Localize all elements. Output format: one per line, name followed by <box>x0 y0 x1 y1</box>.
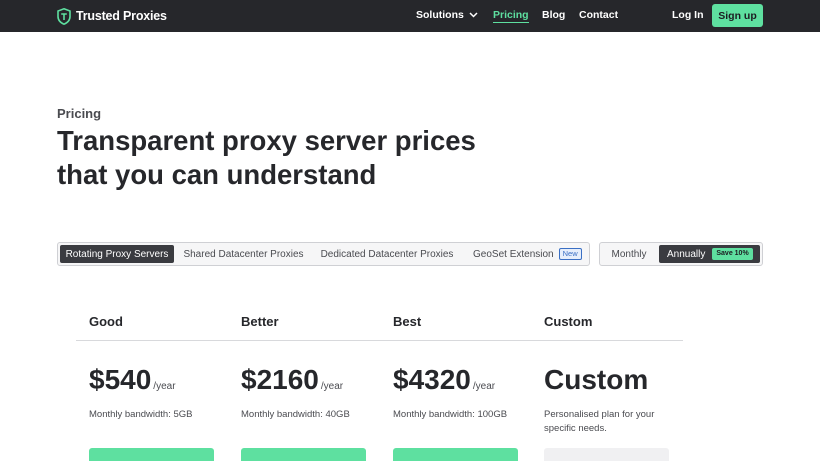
price-period: /year <box>153 381 176 392</box>
plan-detail-better: Monthly bandwidth: 40GB <box>241 409 350 420</box>
page-eyebrow: Pricing <box>57 106 102 121</box>
select-plan-good-button[interactable] <box>89 448 214 461</box>
plan-price-better: $2160 /year <box>241 364 343 396</box>
tab-geoset-extension-label: GeoSet Extension <box>473 248 554 260</box>
plan-detail-custom: Personalised plan for your specific need… <box>544 409 655 434</box>
tab-annually[interactable]: Annually Save 10% <box>659 245 760 263</box>
page-title: Transparent proxy server prices that you… <box>57 124 497 192</box>
billing-period-toggle: Monthly Annually Save 10% <box>599 242 763 266</box>
tab-shared-datacenter-proxies[interactable]: Shared Datacenter Proxies <box>179 245 308 263</box>
nav-pricing[interactable]: Pricing <box>493 9 529 23</box>
brand-logo[interactable]: Trusted Proxies <box>57 7 167 25</box>
nav-solutions[interactable]: Solutions <box>416 9 478 21</box>
top-nav-bar: Trusted Proxies Solutions Pricing Blog C… <box>0 0 820 32</box>
nav-solutions-label: Solutions <box>416 9 464 21</box>
signup-button[interactable]: Sign up <box>712 4 763 27</box>
brand-name: Trusted Proxies <box>76 9 167 23</box>
chevron-down-icon <box>469 12 478 18</box>
price-period: /year <box>472 381 496 392</box>
shield-logo-icon <box>57 7 71 25</box>
plan-price-good: $540 /year <box>89 364 176 396</box>
price-period: /year <box>320 381 344 392</box>
plan-name-best: Best <box>393 314 422 329</box>
nav-blog[interactable]: Blog <box>542 9 565 21</box>
new-badge: New <box>558 248 582 260</box>
plan-price-best: $4320 /year <box>393 364 495 396</box>
price-amount: $4320 <box>393 364 471 395</box>
tab-rotating-proxy-servers[interactable]: Rotating Proxy Servers <box>60 245 174 263</box>
plan-name-better: Better <box>241 314 279 329</box>
price-amount: $2160 <box>241 364 319 395</box>
contact-custom-plan-button[interactable] <box>544 448 669 461</box>
select-plan-better-button[interactable] <box>241 448 366 461</box>
page-title-line-2: that you can understand <box>57 159 377 190</box>
plan-name-custom: Custom <box>544 314 593 329</box>
login-link[interactable]: Log In <box>672 9 704 21</box>
tab-dedicated-datacenter-proxies[interactable]: Dedicated Datacenter Proxies <box>316 245 458 263</box>
nav-contact[interactable]: Contact <box>579 9 618 21</box>
page-title-line-1: Transparent proxy server prices <box>57 125 476 156</box>
plan-detail-best: Monthly bandwidth: 100GB <box>393 409 508 420</box>
save-badge: Save 10% <box>712 248 753 260</box>
price-amount: $540 <box>89 364 152 395</box>
plan-name-good: Good <box>89 314 123 329</box>
price-amount: Custom <box>544 364 649 395</box>
product-tabs: Rotating Proxy Servers Shared Datacenter… <box>57 242 590 266</box>
select-plan-best-button[interactable] <box>393 448 518 461</box>
pricing-divider <box>76 340 683 341</box>
tab-geoset-extension[interactable]: GeoSet Extension New <box>468 245 582 263</box>
tab-monthly[interactable]: Monthly <box>605 245 653 263</box>
plan-price-custom: Custom <box>544 364 648 396</box>
tab-annually-label: Annually <box>667 248 706 260</box>
plan-detail-good: Monthly bandwidth: 5GB <box>89 409 193 420</box>
